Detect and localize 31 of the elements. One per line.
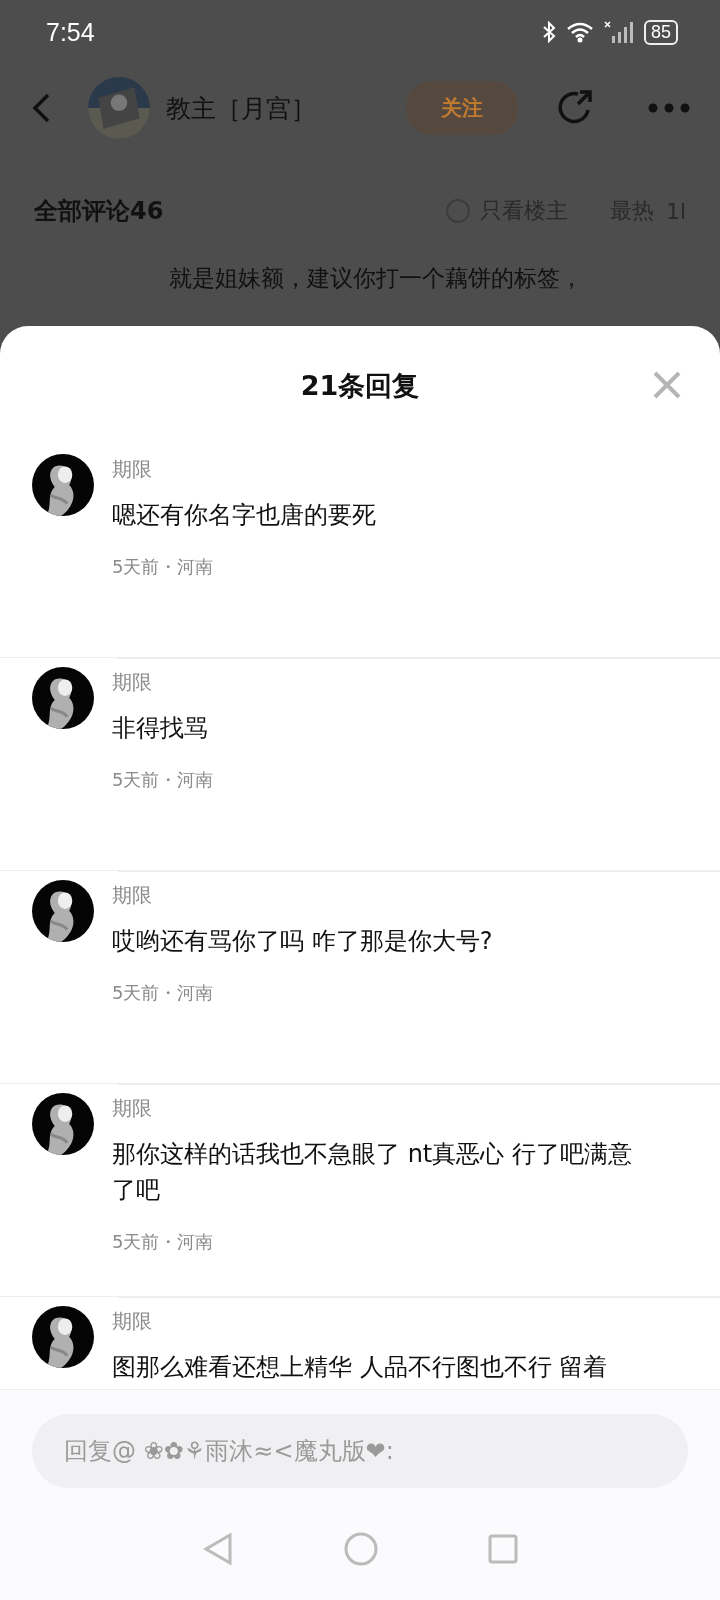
reply-text: 非得找骂 xyxy=(112,713,209,744)
comment-text: 就是姐妹额，建议你打一个藕饼的标签， xyxy=(169,264,584,293)
back-icon[interactable] xyxy=(30,92,52,124)
bluetooth-icon xyxy=(541,21,556,43)
wifi-icon xyxy=(565,21,594,43)
reply-field[interactable]: 回复@ ❀✿⚘雨沐≈<魔丸版❤: xyxy=(32,1414,688,1488)
more-icon[interactable] xyxy=(648,103,690,113)
user-name[interactable]: 期限 xyxy=(112,456,376,483)
user-name[interactable]: 期限 xyxy=(112,669,214,696)
user-name[interactable]: 期限 xyxy=(112,1308,608,1335)
reply-meta: 5天前・河南 xyxy=(112,1230,215,1254)
close-icon[interactable] xyxy=(652,370,682,400)
author-name[interactable]: 教主［月宫］ xyxy=(166,91,390,125)
battery-level: 85 xyxy=(643,19,678,45)
reply-meta: 5天前・河南 xyxy=(112,768,214,792)
reply-text: 哎哟还有骂你了吗 咋了那是你大号? xyxy=(112,926,493,957)
reply-meta: 5天前・河南 xyxy=(112,981,215,1005)
user-name[interactable]: 期限 xyxy=(112,1095,652,1122)
sheet-title: 21条回复 xyxy=(300,369,420,403)
reply-text: 嗯还有你名字也唐的要死 xyxy=(112,500,376,531)
user-name[interactable]: 期限 xyxy=(112,882,493,909)
reply-text: 图那么难看还想上精华 人品不行图也不行 留着 xyxy=(112,1352,608,1383)
signal-icon xyxy=(603,21,634,43)
back-icon[interactable] xyxy=(202,1532,234,1566)
reply-text: 那你这样的话我也不急眼了 nt真恶心 行了吧满意了吧 xyxy=(112,1139,633,1206)
home-icon[interactable] xyxy=(344,1532,378,1566)
status-time: 7:54 xyxy=(46,17,95,47)
follow-button[interactable]: 关注 xyxy=(406,81,518,135)
comments-title: 全部评论46 xyxy=(34,196,165,227)
reply-meta: 5天前・河南 xyxy=(112,555,215,579)
recents-icon[interactable] xyxy=(488,1534,518,1564)
